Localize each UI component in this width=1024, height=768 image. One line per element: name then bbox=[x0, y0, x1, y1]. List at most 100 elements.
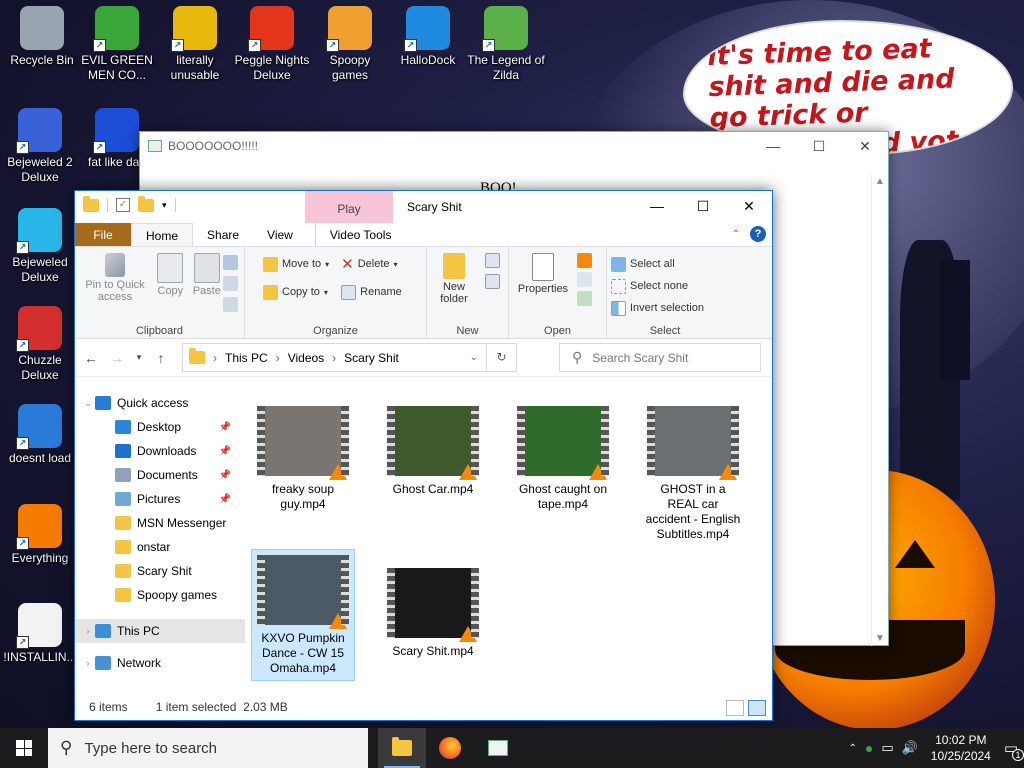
desktop-icon[interactable]: ↗ Everything bbox=[0, 504, 80, 566]
expanded-chevron-icon[interactable]: ⌄ bbox=[81, 398, 95, 409]
tab-view[interactable]: View bbox=[253, 223, 307, 246]
desktop-icon[interactable]: ↗ doesnt load bbox=[0, 404, 80, 466]
back-icon[interactable]: ← bbox=[83, 350, 99, 366]
desktop-icon[interactable]: Recycle Bin bbox=[2, 6, 82, 68]
desktop-icon[interactable]: ↗ Chuzzle Deluxe bbox=[0, 306, 80, 383]
paste-shortcut-icon[interactable] bbox=[223, 297, 238, 312]
desktop-icon[interactable]: ↗ Bejeweled Deluxe bbox=[0, 208, 80, 285]
desktop-icon[interactable]: ↗ Spoopy games bbox=[310, 6, 390, 83]
close-button[interactable]: ✕ bbox=[842, 138, 888, 155]
vlc-open-icon[interactable] bbox=[577, 253, 592, 268]
breadcrumb-videos[interactable]: Videos bbox=[288, 351, 324, 365]
network-icon[interactable]: ▭ bbox=[881, 740, 893, 756]
vertical-scrollbar[interactable]: ▲ ▼ bbox=[871, 174, 888, 646]
nav-item-documents[interactable]: Documents 📌 bbox=[75, 463, 245, 487]
maximize-button[interactable]: ☐ bbox=[796, 138, 842, 155]
pin-quick-access-button[interactable]: Pin to Quick access bbox=[82, 253, 148, 303]
address-bar[interactable]: › This PC › Videos › Scary Shit ⌄ ↻ bbox=[182, 343, 517, 372]
new-item-icon[interactable] bbox=[485, 253, 500, 268]
volume-icon[interactable]: 🔊 bbox=[902, 740, 918, 756]
nav-item-quick-access[interactable]: ⌄ Quick access bbox=[75, 391, 245, 415]
collapsed-chevron-icon[interactable]: › bbox=[81, 658, 95, 668]
invert-selection-button[interactable]: Invert selection bbox=[611, 297, 719, 319]
desktop-icon[interactable]: ↗ EVIL GREEN MEN CO... bbox=[77, 6, 157, 83]
boo-window-titlebar[interactable]: BOOOOOOO!!!!! — ☐ ✕ bbox=[140, 132, 888, 160]
nav-item-spoopy-games[interactable]: Spoopy games bbox=[75, 583, 245, 607]
play-context-tab[interactable]: Play bbox=[305, 191, 393, 223]
taskbar-firefox[interactable] bbox=[426, 728, 474, 768]
nav-item-msn-messenger[interactable]: MSN Messenger bbox=[75, 511, 245, 535]
close-button[interactable]: ✕ bbox=[726, 191, 772, 221]
easy-access-icon[interactable] bbox=[485, 274, 500, 289]
up-icon[interactable]: ↑ bbox=[153, 350, 169, 366]
show-hidden-icons-icon[interactable]: ⌃ bbox=[848, 743, 856, 754]
file-item[interactable]: GHOST in a REAL car accident - English S… bbox=[641, 401, 745, 546]
recent-locations-icon[interactable]: ▾ bbox=[135, 352, 143, 363]
nav-item-network[interactable]: › Network bbox=[75, 651, 245, 675]
copy-to-button[interactable]: Copy to ▾ bbox=[263, 281, 329, 303]
file-item[interactable]: freaky soup guy.mp4 bbox=[251, 401, 355, 516]
nav-item-downloads[interactable]: Downloads 📌 bbox=[75, 439, 245, 463]
large-icons-view-icon[interactable] bbox=[748, 700, 766, 716]
desktop-icon[interactable]: ↗ literally unusable bbox=[155, 6, 235, 83]
details-view-icon[interactable] bbox=[726, 700, 744, 716]
taskbar-search[interactable]: ⚲ Type here to search bbox=[48, 728, 368, 768]
qat-dropdown-icon[interactable]: ▾ bbox=[162, 200, 167, 211]
file-item[interactable]: Scary Shit.mp4 bbox=[381, 563, 485, 663]
nav-item-this-pc[interactable]: › This PC bbox=[75, 619, 245, 643]
breadcrumb-this-pc[interactable]: This PC bbox=[225, 351, 268, 365]
taskbar-search-input[interactable]: Type here to search bbox=[84, 740, 217, 757]
desktop-icon[interactable]: ↗ Peggle Nights Deluxe bbox=[232, 6, 312, 83]
minimize-button[interactable]: — bbox=[750, 138, 796, 155]
search-box[interactable]: ⚲ Search Scary Shit bbox=[559, 343, 761, 372]
notification-center-icon[interactable]: ▭ 1 bbox=[1004, 739, 1024, 761]
file-explorer-window[interactable]: ✓ ▾ Play Scary Shit — ☐ ✕ File Home Shar… bbox=[74, 190, 773, 721]
file-item[interactable]: Ghost Car.mp4 bbox=[381, 401, 485, 501]
tab-share[interactable]: Share bbox=[193, 223, 253, 246]
start-button[interactable] bbox=[0, 728, 48, 768]
minimize-button[interactable]: — bbox=[634, 191, 680, 221]
select-none-button[interactable]: Select none bbox=[611, 275, 719, 297]
collapse-ribbon-icon[interactable]: ⌃ bbox=[732, 229, 740, 240]
msn-tray-icon[interactable]: ● bbox=[865, 740, 873, 756]
file-item[interactable]: Ghost caught on tape.mp4 bbox=[511, 401, 615, 516]
taskbar-file-explorer[interactable] bbox=[378, 728, 426, 768]
nav-item-onstar[interactable]: onstar bbox=[75, 535, 245, 559]
rename-button[interactable]: Rename bbox=[341, 281, 402, 303]
explorer-titlebar[interactable]: ✓ ▾ Play Scary Shit — ☐ ✕ bbox=[75, 191, 772, 223]
delete-button[interactable]: ✕ Delete ▾ bbox=[341, 253, 402, 275]
desktop-icon[interactable]: ↗ HalloDock bbox=[388, 6, 468, 68]
maximize-button[interactable]: ☐ bbox=[680, 191, 726, 221]
collapsed-chevron-icon[interactable]: › bbox=[81, 626, 95, 636]
clock[interactable]: 10:02 PM 10/25/2024 bbox=[926, 732, 996, 764]
nav-item-scary-shit[interactable]: Scary Shit bbox=[75, 559, 245, 583]
help-icon[interactable]: ? bbox=[750, 226, 766, 242]
properties-button[interactable]: Properties bbox=[516, 253, 570, 295]
scroll-down-icon[interactable]: ▼ bbox=[875, 633, 885, 644]
tab-file[interactable]: File bbox=[75, 223, 131, 246]
search-input[interactable]: Search Scary Shit bbox=[592, 351, 688, 365]
scroll-up-icon[interactable]: ▲ bbox=[875, 176, 885, 187]
copy-button[interactable]: Copy bbox=[157, 253, 184, 297]
history-icon[interactable] bbox=[577, 291, 592, 306]
refresh-icon[interactable]: ↻ bbox=[486, 344, 516, 371]
edit-icon[interactable] bbox=[577, 272, 592, 287]
forward-icon[interactable]: → bbox=[109, 350, 125, 366]
properties-quick-icon[interactable]: ✓ bbox=[116, 198, 130, 212]
taskbar-app[interactable] bbox=[474, 728, 522, 768]
nav-item-pictures[interactable]: Pictures 📌 bbox=[75, 487, 245, 511]
desktop-icon[interactable]: ↗ !INSTALLIN... bbox=[0, 603, 80, 665]
nav-item-desktop[interactable]: Desktop 📌 bbox=[75, 415, 245, 439]
paste-button[interactable]: Paste bbox=[193, 253, 221, 297]
address-dropdown-icon[interactable]: ⌄ bbox=[470, 352, 478, 363]
copy-path-icon[interactable] bbox=[223, 276, 238, 291]
file-item[interactable]: KXVO Pumpkin Dance - CW 15 Omaha.mp4 bbox=[251, 549, 355, 681]
desktop-icon[interactable]: ↗ The Legend of Zilda bbox=[466, 6, 546, 83]
breadcrumb-scary-shit[interactable]: Scary Shit bbox=[344, 351, 399, 365]
new-folder-button[interactable]: New folder bbox=[434, 253, 474, 305]
select-all-button[interactable]: Select all bbox=[611, 253, 719, 275]
cut-icon[interactable] bbox=[223, 255, 238, 270]
tab-video-tools[interactable]: Video Tools bbox=[314, 223, 406, 246]
tab-home[interactable]: Home bbox=[131, 223, 194, 246]
new-folder-quick-icon[interactable] bbox=[138, 195, 154, 212]
